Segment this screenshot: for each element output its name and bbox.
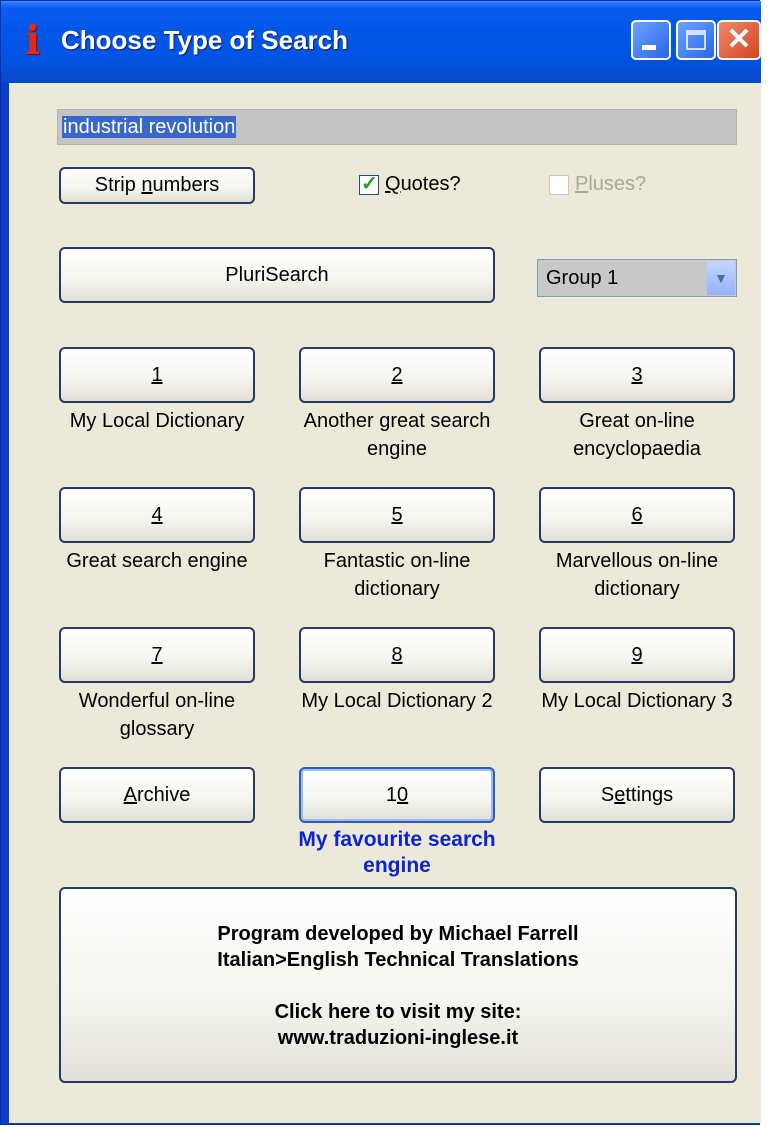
engine-name-1: My Local Dictionary [69,410,245,432]
engine-button-7[interactable]: 7 [59,627,255,683]
maximize-button[interactable] [676,20,716,60]
engine-name-7: Wonderful on-line glossary [78,690,236,740]
favourite-engine-label: My favourite search engine [298,828,496,877]
engine-button-2[interactable]: 2 [299,347,495,403]
title-bar[interactable]: i Choose Type of Search ✕ [1,1,761,83]
chevron-down-icon[interactable]: ▼ [706,261,735,295]
engine-button-10-label: 10 [385,783,409,806]
group-select[interactable]: Group 1 ▼ [537,259,737,297]
minimize-icon [642,45,656,50]
close-icon: ✕ [726,23,752,56]
search-input[interactable]: industrial revolution [57,109,737,145]
quotes-checkbox[interactable]: ✓ Quotes? [359,173,461,196]
plurisearch-button[interactable]: PluriSearch [59,247,495,303]
dialog-body: industrial revolution Strip numbers ✓ Qu… [9,83,761,1123]
engine-name-4: Great search engine [66,550,248,572]
engine-button-6[interactable]: 6 [539,487,735,543]
pluses-label: Pluses? [575,173,647,195]
engine-button-10[interactable]: 10 [299,767,495,823]
engine-name-6: Marvellous on-line dictionary [555,550,719,600]
minimize-button[interactable] [631,20,671,60]
archive-button[interactable]: Archive [59,767,255,823]
info-line-developer: Program developed by Michael Farrell [217,923,579,945]
engine-name-5: Fantastic on-line dictionary [323,550,471,600]
plurisearch-label: PluriSearch [225,263,329,286]
settings-label: Settings [600,783,674,806]
dialog-window: i Choose Type of Search ✕ industrial rev… [0,0,761,1125]
settings-button[interactable]: Settings [539,767,735,823]
info-line-website[interactable]: www.traduzioni-inglese.it [61,1025,735,1051]
window-title: Choose Type of Search [61,25,349,55]
group-select-value: Group 1 [546,267,619,289]
pluses-checkbox: Pluses? [549,173,646,196]
engine-button-7-label: 7 [151,643,163,666]
checkmark-icon: ✓ [361,172,378,195]
close-button[interactable]: ✕ [717,20,761,60]
pluses-checkbox-box [549,174,569,195]
engine-button-1-label: 1 [151,363,163,386]
engine-button-5-label: 5 [391,503,403,526]
quotes-checkbox-box[interactable]: ✓ [359,173,379,195]
engine-button-2-label: 2 [391,363,403,386]
engine-button-4[interactable]: 4 [59,487,255,543]
engine-name-8: My Local Dictionary 2 [301,690,493,712]
quotes-label: Quotes? [385,173,461,195]
maximize-icon [686,30,706,50]
engine-button-6-label: 6 [631,503,643,526]
engine-button-8[interactable]: 8 [299,627,495,683]
strip-numbers-label: Strip numbers [94,174,220,196]
strip-numbers-button[interactable]: Strip numbers [59,167,255,204]
engine-button-9[interactable]: 9 [539,627,735,683]
engine-name-3: Great on-line encyclopaedia [573,410,701,460]
engine-button-4-label: 4 [151,503,163,526]
engine-button-3[interactable]: 3 [539,347,735,403]
engine-button-9-label: 9 [631,643,643,666]
info-i-icon: i [25,17,41,64]
search-input-value: industrial revolution [62,116,237,138]
engine-button-8-label: 8 [391,643,403,666]
engine-button-1[interactable]: 1 [59,347,255,403]
engine-name-9: My Local Dictionary 3 [541,690,733,712]
info-line-translations: Italian>English Technical Translations [217,949,579,971]
engine-button-3-label: 3 [631,363,643,386]
engine-name-2: Another great search engine [303,410,491,460]
info-line-visit: Click here to visit my site: [274,1001,522,1023]
engine-button-5[interactable]: 5 [299,487,495,543]
archive-label: Archive [123,783,191,806]
developer-info-button[interactable]: Program developed by Michael Farrell Ita… [59,887,737,1083]
